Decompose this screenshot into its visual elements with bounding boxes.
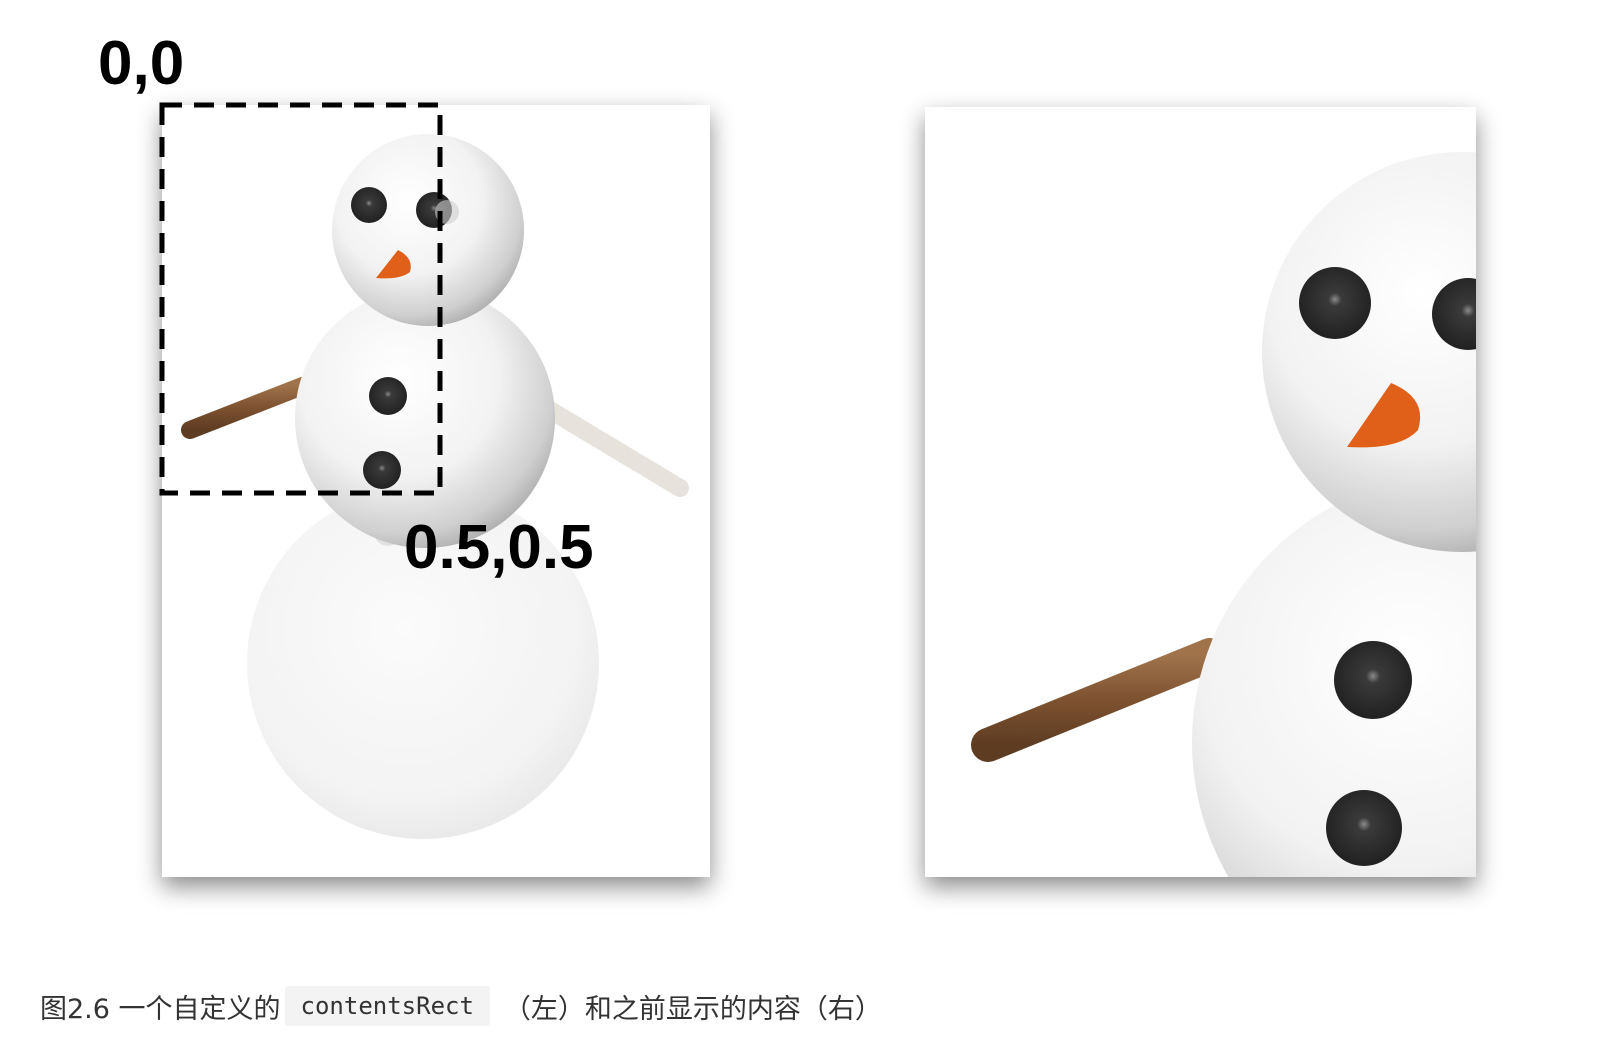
right-panel	[925, 107, 1476, 877]
snowman-button-2	[363, 451, 401, 489]
zoomed-button-1	[1334, 641, 1412, 719]
caption-prefix: 图2.6 一个自定义的	[40, 993, 281, 1025]
snowman-head	[332, 134, 524, 326]
caption-code: contentsRect	[284, 986, 490, 1026]
caption-suffix: （左）和之前显示的内容（右）	[503, 993, 882, 1025]
snowman-button-1	[369, 377, 407, 415]
snowman-middle-ball	[295, 288, 555, 548]
zoomed-left-eye	[1299, 267, 1371, 339]
figure-caption: 图2.6 一个自定义的 contentsRect （左）和之前显示的内容（右）	[40, 982, 882, 1030]
snowman-left-eye	[351, 187, 387, 223]
zoomed-right-eye	[1432, 278, 1476, 350]
contents-rect-figure: 0,0 0.5,0.5	[98, 29, 1476, 877]
zoomed-button-2	[1326, 790, 1402, 866]
left-panel	[159, 102, 710, 877]
corner-label: 0.5,0.5	[404, 513, 594, 582]
figure-stage: 0,0 0.5,0.5 图2.6 一个自定义的 contentsRect （左）…	[0, 0, 1608, 1064]
origin-label: 0,0	[98, 29, 184, 98]
